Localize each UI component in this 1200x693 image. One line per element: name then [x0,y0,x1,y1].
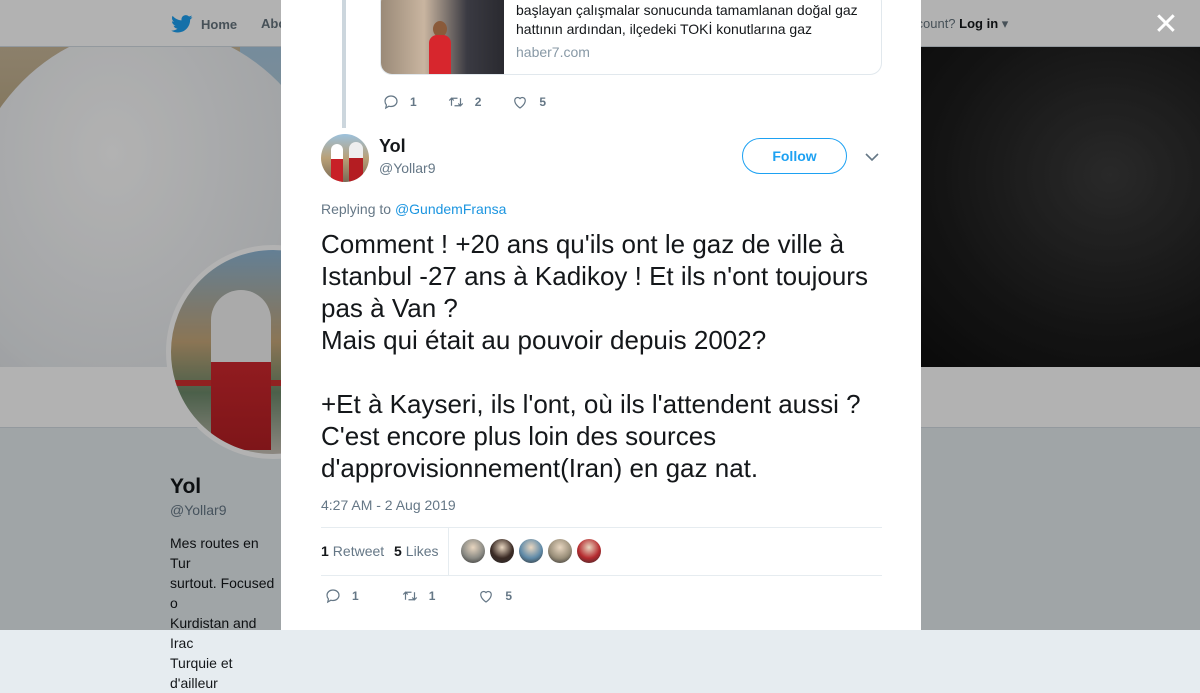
like-stat-label: Likes [405,543,439,559]
retweet-count: 1 [428,589,436,603]
tweet-stats: 1 Retweet 5 Likes [321,527,882,576]
liker-avatar[interactable] [519,539,543,563]
thread-line [342,0,346,128]
reply-button[interactable]: 1 [324,587,359,605]
link-card-text: başlayan çalışmalar sonucunda tamamlanan… [516,2,858,37]
liker-avatar[interactable] [577,539,601,563]
like-button[interactable]: 5 [477,587,512,605]
reply-icon [384,95,398,110]
tweet-timestamp[interactable]: 4:27 AM - 2 Aug 2019 [321,497,456,513]
reply-icon [326,589,340,604]
liker-avatar[interactable] [548,539,572,563]
author-name[interactable]: Yol [379,136,406,157]
retweet-button[interactable]: 1 [401,587,436,605]
author-handle[interactable]: @Yollar9 [379,160,436,176]
link-card-image [381,0,504,74]
like-button[interactable]: 5 [511,93,546,111]
retweet-icon [448,97,463,107]
heart-icon [480,590,493,603]
link-card-domain: haber7.com [516,44,590,60]
parent-tweet-actions: 1 2 5 [382,93,572,111]
reply-count: 1 [410,95,417,109]
replying-to-link[interactable]: @GundemFransa [395,201,506,217]
tweet-actions: 1 1 5 [324,587,538,605]
replying-to: Replying to @GundemFransa [321,201,506,217]
like-stat[interactable]: 5 Likes [394,543,438,559]
like-count: 5 [505,589,513,603]
liker-avatar[interactable] [490,539,514,563]
liker-avatar[interactable] [461,539,485,563]
author-avatar[interactable] [321,134,369,182]
reply-button[interactable]: 1 [382,93,417,111]
retweet-stat-label: Retweet [332,543,385,559]
replying-prefix: Replying to [321,201,395,217]
close-icon[interactable]: ✕ [1152,10,1180,40]
retweet-count: 2 [474,95,482,109]
heart-icon [514,96,527,109]
tweet-text: Comment ! +20 ans qu'ils ont le gaz de v… [321,229,868,483]
link-card[interactable]: başlayan çalışmalar sonucunda tamamlanan… [380,0,882,75]
like-stat-count: 5 [394,543,402,559]
retweet-button[interactable]: 2 [447,93,482,111]
chevron-down-icon[interactable] [864,149,880,165]
stats-divider [448,528,449,575]
retweet-icon [402,591,417,601]
like-count: 5 [539,95,547,109]
follow-button[interactable]: Follow [742,138,847,174]
tweet-modal: başlayan çalışmalar sonucunda tamamlanan… [281,0,921,630]
retweet-stat-count: 1 [321,543,329,559]
reply-count: 1 [352,589,359,603]
retweet-stat[interactable]: 1 Retweet [321,543,384,559]
